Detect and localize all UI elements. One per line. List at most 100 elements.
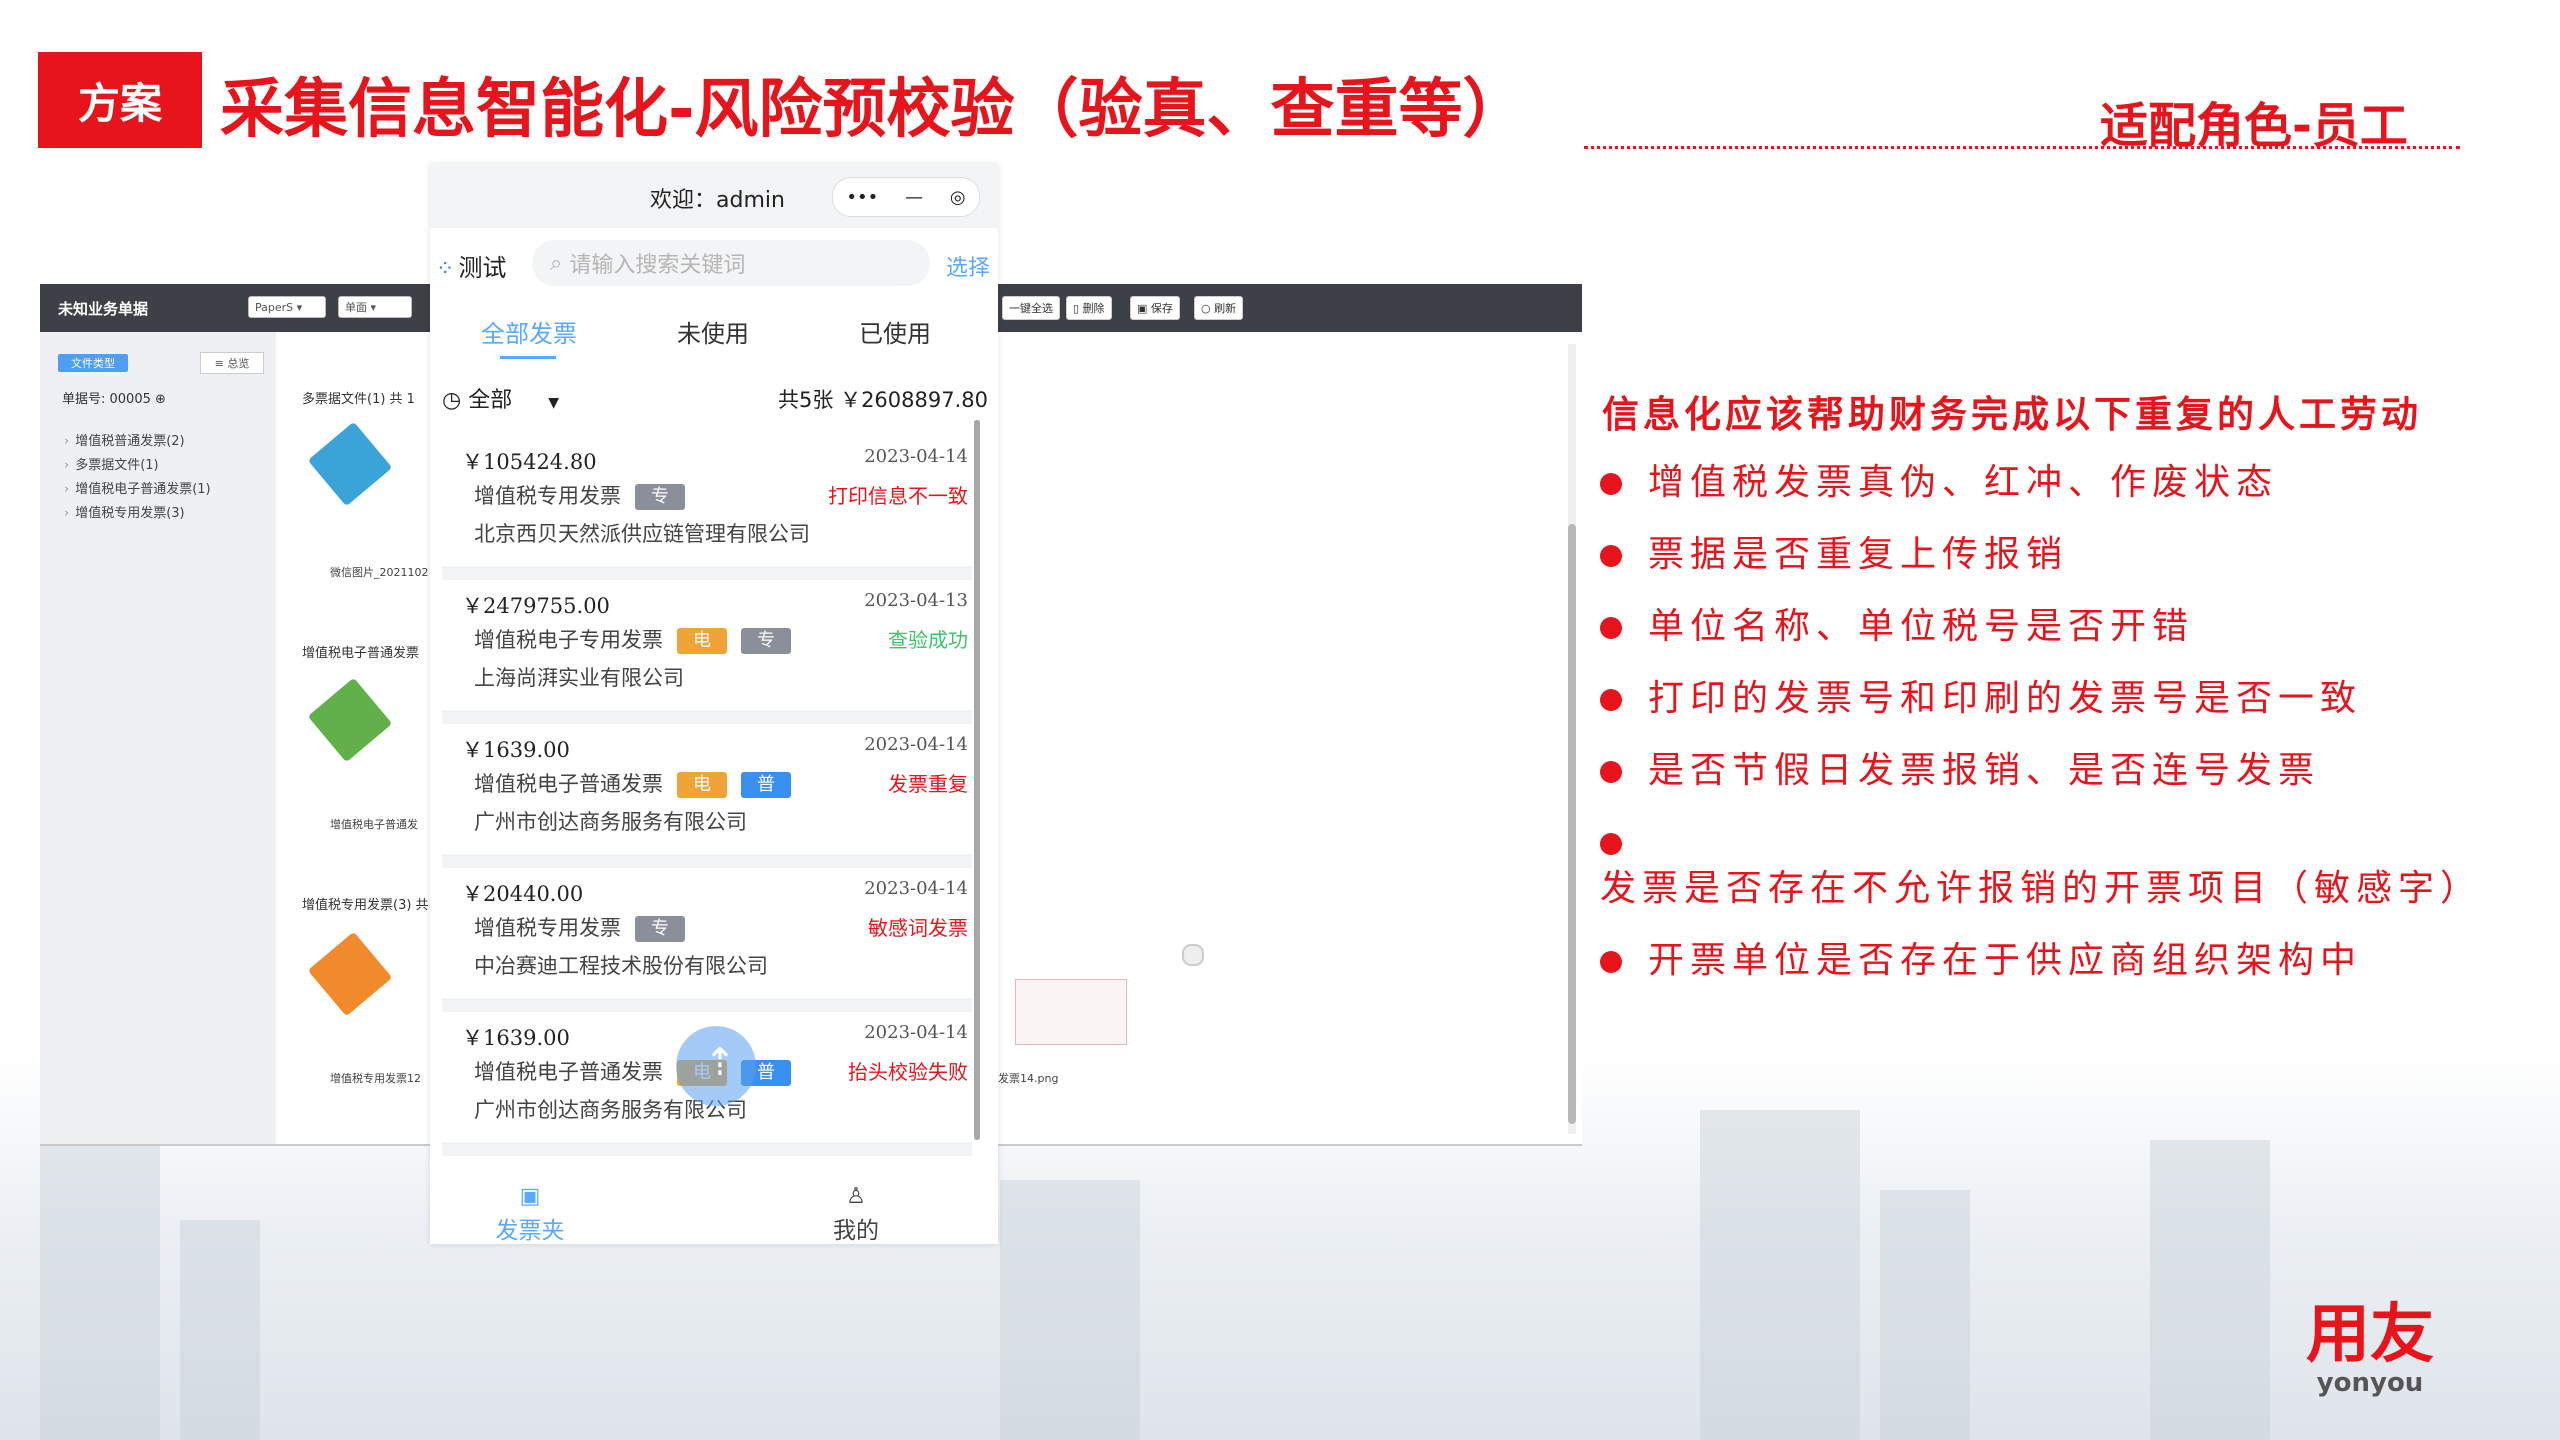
invoice-status: 查验成功 — [888, 628, 968, 652]
invoice-amount: ￥20440.00 — [462, 882, 584, 906]
user-icon: ♙ — [846, 1184, 866, 1209]
invoice-company: 广州市创达商务服务有限公司 — [474, 810, 747, 834]
welcome-text: 欢迎：admin — [650, 188, 785, 213]
invoice-card[interactable]: ￥20440.00 2023-04-14 增值税专用发票专 敏感词发票 中冶赛迪… — [442, 868, 972, 1012]
bullet-item: 单位名称、单位税号是否开错 — [1600, 604, 2520, 650]
invoice-card[interactable]: ￥2479755.00 2023-04-13 增值税电子专用发票电专 查验成功 … — [442, 580, 972, 724]
search-input[interactable]: ⌕ 请输入搜索关键词 — [532, 240, 930, 286]
invoice-date: 2023-04-14 — [864, 1022, 968, 1043]
desktop-scrollbar[interactable] — [1568, 344, 1576, 1134]
thumbnail-label: 增值税电子普通发 — [330, 818, 418, 831]
desktop-sidebar: 文件类型 ≡ 总览 单据号: 00005 ⊕ 增值税普通发票(2) 多票据文件(… — [40, 332, 276, 1144]
invoice-type: 增值税电子专用发票电专 — [474, 624, 791, 654]
sidebar-item[interactable]: 增值税专用发票(3) — [64, 502, 184, 521]
side-select[interactable]: 单面 ▾ — [338, 296, 412, 318]
invoice-status: 发票重复 — [888, 772, 968, 796]
special-badge: 专 — [635, 916, 685, 942]
choose-button[interactable]: 选择 — [946, 250, 990, 282]
invoice-company: 上海尚湃实业有限公司 — [474, 666, 684, 690]
file-type-tab[interactable]: 文件类型 — [58, 354, 128, 372]
invoice-date: 2023-04-13 — [864, 590, 968, 611]
tab-unused[interactable]: 未使用 — [620, 314, 806, 349]
file-thumbnail[interactable] — [307, 421, 393, 507]
invoice-status: 抬头校验失败 — [848, 1060, 968, 1084]
bottom-tabbar: ▣ 发票夹 ♙ 我的 — [430, 1180, 998, 1244]
role-divider — [1584, 146, 2460, 149]
mobile-header: 欢迎：admin ••• — ◎ — [430, 164, 998, 228]
invoice-amount: ￥2479755.00 — [462, 594, 610, 618]
search-icon: ⌕ — [550, 250, 570, 276]
thumbnail-label: 微信图片_2021102 — [330, 566, 429, 579]
upload-fab-button[interactable]: ⇡ — [676, 1026, 756, 1106]
overview-button[interactable]: ≡ 总览 — [200, 352, 264, 374]
scroll-indicator — [1182, 944, 1204, 966]
bullet-item: 开票单位是否存在于供应商组织架构中 — [1600, 938, 2520, 984]
group-label: 多票据文件(1) 共 1 — [302, 392, 415, 407]
special-badge: 专 — [635, 484, 685, 510]
group-label: 增值税电子普通发票 — [302, 646, 420, 661]
mobile-app: 欢迎：admin ••• — ◎ ⁘ 测试 ⌕ 请输入搜索关键词 选择 全部发票 … — [430, 164, 998, 1244]
add-icon[interactable]: ⊕ — [155, 392, 166, 407]
app-switcher[interactable]: ⁘ 测试 — [436, 248, 506, 283]
window-capsule: ••• — ◎ — [832, 177, 980, 217]
bullet-item: 票据是否重复上传报销 — [1600, 532, 2520, 578]
invoice-thumbnail[interactable] — [1015, 979, 1127, 1045]
electronic-badge: 电 — [677, 628, 727, 654]
section-tag: 方案 — [38, 52, 202, 148]
more-icon[interactable]: ••• — [846, 187, 878, 208]
minimize-icon[interactable]: — — [905, 187, 923, 208]
bullet-item: 发票是否存在不允许报销的开票项目（敏感字） — [1600, 820, 2520, 912]
invoice-card[interactable]: ￥1639.00 2023-04-14 增值税电子普通发票电普 发票重复 广州市… — [442, 724, 972, 868]
invoice-amount: ￥105424.80 — [462, 450, 597, 474]
bullet-item: 是否节假日发票报销、是否连号发票 — [1600, 748, 2520, 794]
upload-icon: ⇡ — [704, 1040, 736, 1084]
select-all-button[interactable]: 一键全选 — [1002, 296, 1060, 320]
trash-icon: ▯ — [1073, 301, 1083, 315]
save-button[interactable]: ▣ 保存 — [1130, 296, 1180, 320]
invoice-type: 增值税电子普通发票电普 — [474, 768, 791, 798]
yonyou-logo: 用友 yonyou — [2306, 1298, 2434, 1398]
invoice-card[interactable]: ￥105424.80 2023-04-14 增值税专用发票专 打印信息不一致 北… — [442, 436, 972, 580]
electronic-badge: 电 — [677, 772, 727, 798]
folder-icon: ▣ — [519, 1184, 541, 1209]
paper-select[interactable]: PaperS ▾ — [248, 296, 326, 318]
sidebar-item[interactable]: 增值税普通发票(2) — [64, 430, 184, 449]
invoice-summary: 共5张 ￥2608897.80 — [778, 388, 988, 412]
invoice-date: 2023-04-14 — [864, 734, 968, 755]
desktop-title: 未知业务单据 — [58, 300, 149, 318]
delete-button[interactable]: ▯ 删除 — [1066, 296, 1112, 320]
sidebar-item[interactable]: 多票据文件(1) — [64, 454, 158, 473]
doc-number: 单据号: 00005 ⊕ — [62, 392, 166, 407]
mobile-scrollbar[interactable] — [974, 420, 980, 1140]
group-label: 增值税专用发票(3) 共 — [302, 898, 429, 913]
sidebar-item[interactable]: 增值税电子普通发票(1) — [64, 478, 210, 497]
invoice-date: 2023-04-14 — [864, 878, 968, 899]
slide-title: 采集信息智能化-风险预校验（验真、查重等） — [220, 73, 1527, 147]
tab-invoice-folder[interactable]: ▣ 发票夹 — [430, 1184, 630, 1245]
invoice-tabs: 全部发票 未使用 已使用 — [430, 314, 998, 370]
tab-used[interactable]: 已使用 — [802, 314, 988, 349]
file-thumbnail[interactable] — [307, 677, 393, 763]
refresh-button[interactable]: ○ 刷新 — [1194, 296, 1244, 320]
clock-icon: ◷ — [442, 388, 469, 413]
invoice-date: 2023-04-14 — [864, 446, 968, 467]
invoice-type: 增值税专用发票专 — [474, 480, 685, 510]
filter-dropdown[interactable]: ◷ 全部 ▼ — [442, 382, 559, 414]
invoice-status: 打印信息不一致 — [828, 484, 968, 508]
slide: 方案 采集信息智能化-风险预校验（验真、查重等） 适配角色-员工 未知业务单据 … — [0, 0, 2560, 1440]
tab-all-invoices[interactable]: 全部发票 — [436, 314, 622, 349]
invoice-amount: ￥1639.00 — [462, 738, 570, 762]
thumbnail-label: 发票14.png — [998, 1072, 1059, 1085]
invoice-status: 敏感词发票 — [868, 916, 968, 940]
save-icon: ▣ — [1137, 301, 1151, 315]
refresh-icon: ○ — [1201, 301, 1215, 315]
bullet-item: 增值税发票真伪、红冲、作废状态 — [1600, 460, 2520, 506]
thumbnail-label: 增值税专用发票12 — [330, 1072, 421, 1085]
list-icon: ≡ — [214, 356, 228, 370]
file-thumbnail[interactable] — [307, 931, 393, 1017]
bullet-item: 打印的发票号和印刷的发票号是否一致 — [1600, 676, 2520, 722]
tab-mine[interactable]: ♙ 我的 — [756, 1184, 956, 1245]
special-badge: 专 — [741, 628, 791, 654]
invoice-company: 北京西贝天然派供应链管理有限公司 — [474, 522, 810, 546]
close-icon[interactable]: ◎ — [950, 187, 966, 208]
